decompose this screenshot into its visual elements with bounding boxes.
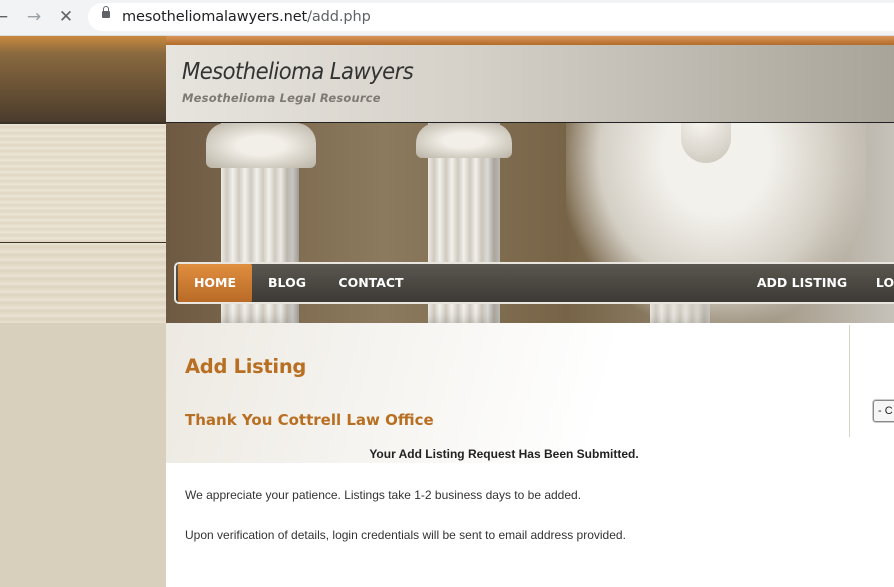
verification-message: Upon verification of details, login cred… [185,528,626,542]
nav-home[interactable]: HOME [178,264,252,302]
site-tagline: Mesothelioma Legal Resource [182,91,381,105]
url-text[interactable]: mesotheliomalawyers.net/add.php [122,9,371,25]
column-capital-graphic [416,123,512,158]
browser-toolbar: ← → ✕ mesotheliomalawyers.net/add.php [0,0,894,36]
stop-loading-icon[interactable]: ✕ [55,6,77,28]
sidebar-divider [849,325,850,437]
url-domain: mesotheliomalawyers.net [122,9,308,25]
back-arrow-icon[interactable]: ← [0,6,12,28]
lock-icon[interactable] [102,6,110,18]
submission-confirmation: Your Add Listing Request Has Been Submit… [369,447,639,461]
nav-contact[interactable]: CONTACT [334,264,408,302]
thank-you-heading: Thank You Cottrell Law Office [185,411,434,429]
main-navigation: HOME BLOG CONTACT ADD LISTING LO [174,262,894,304]
left-background-band [0,122,166,244]
nav-login[interactable]: LO [870,264,894,302]
sidebar-dropdown[interactable]: - C [873,400,894,422]
address-bar[interactable]: mesotheliomalawyers.net/add.php [88,3,894,31]
left-background-band [0,242,166,324]
header-top-bar [166,36,894,45]
site-title[interactable]: Mesothelioma Lawyers [182,59,414,85]
content-background [166,323,894,463]
column-capital-graphic [206,123,316,168]
nav-add-listing[interactable]: ADD LISTING [756,264,848,302]
nav-blog[interactable]: BLOG [260,264,314,302]
left-background [0,323,166,587]
url-path: /add.php [307,9,371,25]
left-background-top [0,36,166,122]
page-title: Add Listing [185,355,307,378]
forward-arrow-icon[interactable]: → [23,6,45,28]
main-content: - C Add Listing Thank You Cottrell Law O… [166,323,894,587]
patience-message: We appreciate your patience. Listings ta… [185,488,582,502]
site-header: Mesothelioma Lawyers Mesothelioma Legal … [166,45,894,123]
